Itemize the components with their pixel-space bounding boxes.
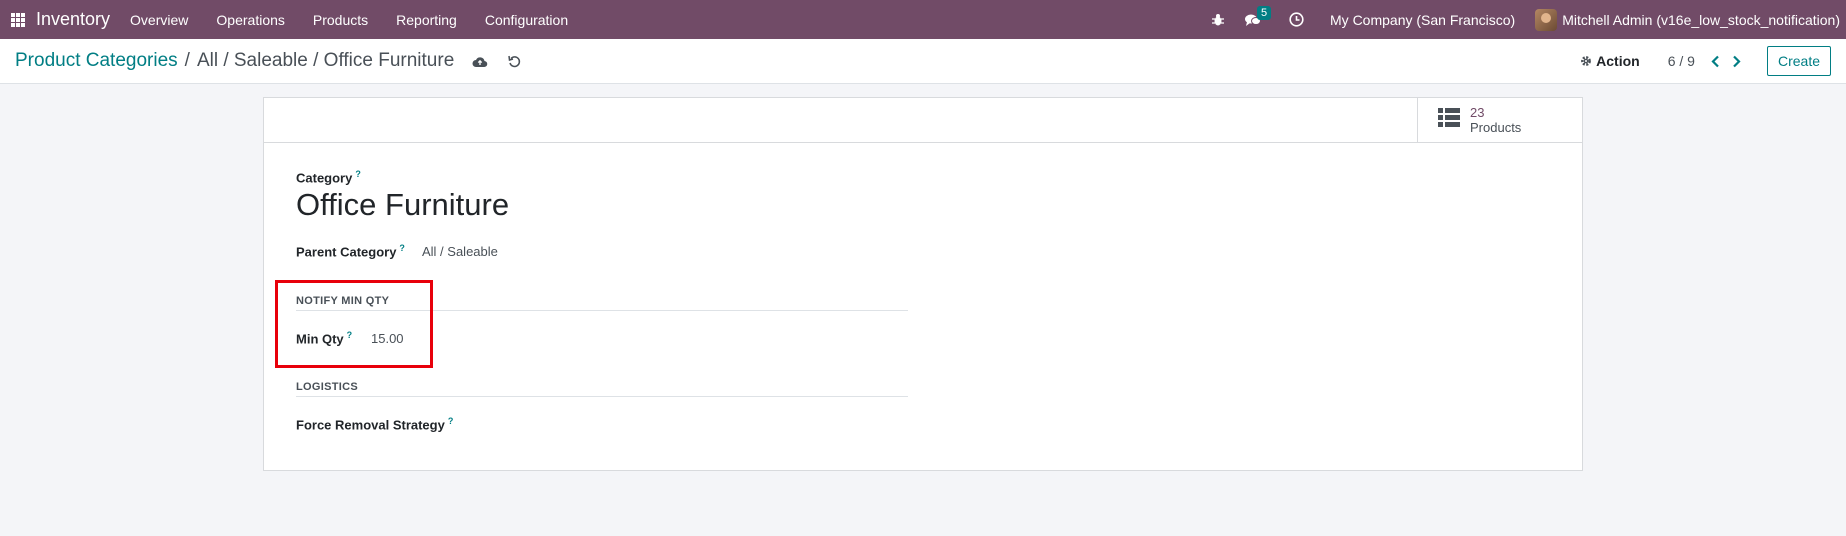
products-label: Products [1470, 120, 1522, 135]
highlight-box [275, 280, 433, 368]
form-sheet: 23 Products Category? Office Furniture P… [263, 97, 1583, 471]
pager-value[interactable]: 6 / 9 [1668, 53, 1695, 69]
clock-icon[interactable] [1289, 12, 1304, 27]
bug-icon[interactable] [1211, 13, 1225, 27]
company-switcher[interactable]: My Company (San Francisco) [1330, 12, 1515, 28]
products-stat-button[interactable]: 23 Products [1417, 98, 1582, 142]
avatar [1535, 8, 1558, 31]
pager-previous-icon[interactable] [1711, 55, 1720, 68]
pager-next-icon[interactable] [1732, 55, 1741, 68]
breadcrumb-product-categories[interactable]: Product Categories [15, 50, 178, 72]
category-name-field[interactable]: Office Furniture [296, 187, 509, 223]
user-name: Mitchell Admin (v16e_low_stock_notificat… [1562, 11, 1840, 28]
discard-undo-icon[interactable] [508, 55, 521, 68]
force-removal-strategy-label: Force Removal Strategy? [296, 416, 454, 433]
category-label: Category? [296, 169, 361, 186]
chat-count-badge: 5 [1257, 5, 1272, 20]
group-divider [296, 396, 908, 397]
apps-menu-icon[interactable] [0, 0, 36, 39]
save-cloud-icon[interactable] [472, 55, 488, 68]
control-panel: Product Categories / All / Saleable / Of… [0, 39, 1846, 84]
menu-reporting[interactable]: Reporting [396, 12, 457, 28]
products-count: 23 [1470, 105, 1485, 120]
action-button[interactable]: Action [1580, 53, 1640, 69]
menu-overview[interactable]: Overview [130, 12, 188, 28]
create-button[interactable]: Create [1766, 46, 1831, 76]
app-name[interactable]: Inventory [36, 9, 110, 30]
navbar-systray: 5 My Company (San Francisco) Mitchell Ad… [1201, 0, 1846, 39]
gear-icon [1581, 56, 1592, 66]
chat-icon[interactable]: 5 [1245, 5, 1272, 27]
menu-configuration[interactable]: Configuration [485, 12, 568, 28]
breadcrumb: Product Categories / All / Saleable / Of… [15, 50, 454, 72]
parent-category-field[interactable]: All / Saleable [422, 244, 498, 259]
control-panel-right: Action 6 / 9 Create [1580, 46, 1846, 76]
removal-help-icon[interactable]: ? [448, 416, 454, 426]
menu-operations[interactable]: Operations [216, 12, 284, 28]
parent-category-label: Parent Category? [296, 243, 405, 260]
button-box: 23 Products [264, 98, 1582, 143]
logistics-group-title: LOGISTICS [296, 381, 358, 393]
category-help-icon[interactable]: ? [355, 169, 361, 179]
breadcrumb-current: All / Saleable / Office Furniture [196, 50, 455, 71]
breadcrumb-separator: / [184, 50, 190, 71]
parent-category-help-icon[interactable]: ? [399, 243, 405, 253]
list-icon [1438, 108, 1460, 132]
menu-products[interactable]: Products [313, 12, 368, 28]
action-label: Action [1596, 53, 1640, 69]
user-menu[interactable]: Mitchell Admin (v16e_low_stock_notificat… [1535, 8, 1840, 31]
top-navbar: Inventory Overview Operations Products R… [0, 0, 1846, 39]
